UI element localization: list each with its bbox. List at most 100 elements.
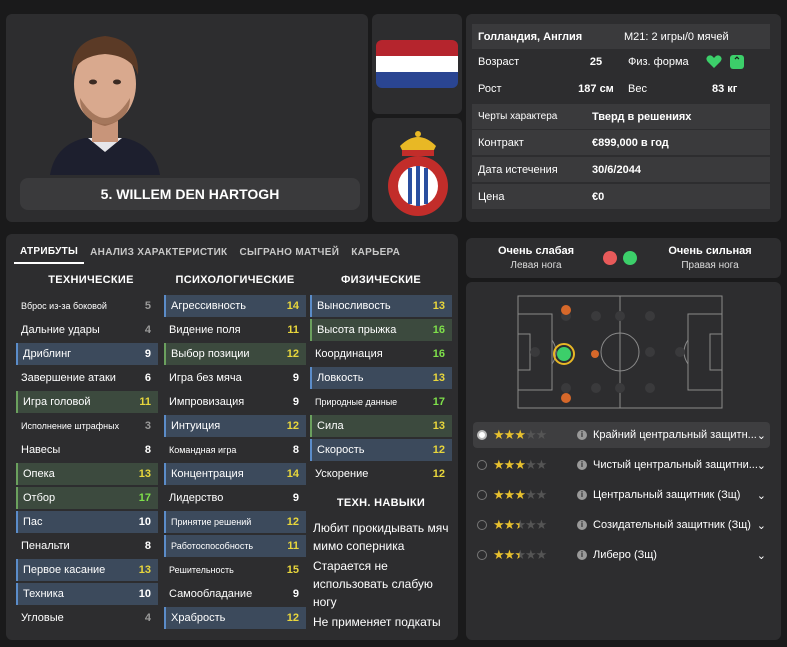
info-row-price: Цена €0 <box>472 184 770 209</box>
chevron-down-icon[interactable]: ⌄ <box>757 549 766 562</box>
role-radio[interactable] <box>477 460 487 470</box>
left-foot: Очень слабая Левая нога <box>478 245 594 271</box>
info-row-traits: Черты характера Тверд в решениях <box>472 104 770 129</box>
technical-header: ТЕХНИЧЕСКИЕ <box>48 274 134 286</box>
info-row-age: Возраст 25 Физ. форма ⌃ <box>472 49 770 75</box>
attribute-value: 12 <box>286 348 299 360</box>
role-radio[interactable] <box>477 550 487 560</box>
attribute-row-technical: Отбор 17 <box>16 487 158 509</box>
traits-value: Тверд в решениях <box>592 110 692 123</box>
info-icon[interactable]: i <box>577 430 587 440</box>
info-icon[interactable]: i <box>577 520 587 530</box>
attribute-value: 15 <box>286 564 299 576</box>
star-rating-icon: ★★★★★ <box>493 427 547 442</box>
attribute-value: 11 <box>139 396 151 408</box>
attribute-label: Пас <box>23 516 43 528</box>
info-icon[interactable]: i <box>577 490 587 500</box>
attribute-row-technical: Угловые 4 <box>16 607 158 629</box>
attribute-label: Лидерство <box>169 492 224 504</box>
tab-matches[interactable]: СЫГРАНО МАТЧЕЙ <box>233 240 345 264</box>
attribute-row-mental: Концентрация 14 <box>164 463 306 485</box>
tab-bar: АТРИБУТЫ АНАЛИЗ ХАРАКТЕРИСТИК СЫГРАНО МА… <box>14 240 406 264</box>
star-rating-icon: ★★★★★ <box>493 517 547 532</box>
tab-career[interactable]: КАРЬЕРА <box>345 240 406 264</box>
attribute-row-mental: Выбор позиции 12 <box>164 343 306 365</box>
attribute-label: Игра головой <box>23 396 91 408</box>
chevron-down-icon[interactable]: ⌄ <box>757 489 766 502</box>
contract-value: €899,000 в год <box>592 136 669 149</box>
star-rating-icon: ★★★★★ <box>493 487 547 502</box>
role-radio[interactable] <box>477 520 487 530</box>
attribute-value: 6 <box>144 372 151 384</box>
u21-stats: M21: 2 игры/0 мячей <box>624 30 729 43</box>
right-foot-rating: Очень сильная <box>668 245 752 257</box>
role-label: Чистый центральный защитни... <box>593 459 758 471</box>
right-foot: Очень сильная Правая нога <box>652 245 768 271</box>
right-foot-dot-icon <box>623 251 637 265</box>
attribute-value: 13 <box>432 372 445 384</box>
attribute-value: 8 <box>292 444 299 456</box>
attribute-label: Ускорение <box>315 468 369 480</box>
attribute-value: 4 <box>144 324 151 336</box>
chevron-down-icon[interactable]: ⌄ <box>757 429 766 442</box>
physical-header: ФИЗИЧЕСКИЕ <box>340 274 422 286</box>
attribute-label: Выносливость <box>317 300 391 312</box>
attribute-value: 13 <box>138 468 151 480</box>
attribute-row-physical: Координация 16 <box>310 343 452 365</box>
player-name: 5. WILLEM DEN HARTOGH <box>20 178 360 210</box>
tab-analysis[interactable]: АНАЛИЗ ХАРАКТЕРИСТИК <box>84 240 233 264</box>
attribute-label: Угловые <box>21 612 64 624</box>
attribute-value: 12 <box>286 516 299 528</box>
tab-attributes[interactable]: АТРИБУТЫ <box>14 240 85 264</box>
role-row[interactable]: ★★★★★ i Созидательный защитник (Зщ) ⌄ <box>473 512 770 538</box>
price-label: Цена <box>478 190 505 203</box>
expiry-label: Дата истечения <box>478 163 558 176</box>
attribute-value: 4 <box>144 612 151 624</box>
attribute-row-mental: Лидерство 9 <box>164 487 306 509</box>
attribute-value: 3 <box>144 420 151 432</box>
height-value: 187 см <box>578 83 614 95</box>
role-radio[interactable] <box>477 490 487 500</box>
mental-header: ПСИХОЛОГИЧЕСКИЕ <box>175 274 295 286</box>
traits-label: Черты характера <box>478 111 558 122</box>
attribute-value: 12 <box>432 444 445 456</box>
attribute-row-mental: Принятие решений 12 <box>164 511 306 533</box>
attribute-label: Координация <box>315 348 383 360</box>
attribute-value: 12 <box>286 612 299 624</box>
attribute-label: Ловкость <box>317 372 364 384</box>
attribute-label: Игра без мяча <box>169 372 242 384</box>
attribute-label: Концентрация <box>171 468 244 480</box>
attribute-label: Дальние удары <box>21 324 100 336</box>
attribute-row-technical: Опека 13 <box>16 463 158 485</box>
role-row[interactable]: ★★★★★ i Крайний центральный защитн... ⌄ <box>473 422 770 448</box>
role-row[interactable]: ★★★★★ i Либеро (Зщ) ⌄ <box>473 542 770 568</box>
attribute-row-physical: Выносливость 13 <box>310 295 452 317</box>
nationality: Голландия, Англия <box>478 30 583 43</box>
role-radio[interactable] <box>477 430 487 440</box>
attribute-row-technical: Исполнение штрафных 3 <box>16 415 158 437</box>
role-row[interactable]: ★★★★★ i Центральный защитник (Зщ) ⌄ <box>473 482 770 508</box>
attribute-row-mental: Видение поля 11 <box>164 319 306 341</box>
chevron-down-icon[interactable]: ⌄ <box>757 519 766 532</box>
attribute-value: 8 <box>144 540 151 552</box>
attribute-value: 9 <box>292 492 299 504</box>
info-icon[interactable]: i <box>577 460 587 470</box>
attribute-row-technical: Игра головой 11 <box>16 391 158 413</box>
attribute-row-technical: Пас 10 <box>16 511 158 533</box>
attribute-label: Исполнение штрафных <box>21 421 120 431</box>
attribute-label: Выбор позиции <box>171 348 250 360</box>
attribute-label: Навесы <box>21 444 61 456</box>
chevron-down-icon[interactable]: ⌄ <box>757 459 766 472</box>
role-row[interactable]: ★★★★★ i Чистый центральный защитни... ⌄ <box>473 452 770 478</box>
form-up-icon: ⌃ <box>730 55 744 69</box>
info-row-expiry: Дата истечения 30/6/2044 <box>472 157 770 182</box>
attribute-row-technical: Вброс из-за боковой 5 <box>16 295 158 317</box>
attribute-value: 8 <box>144 444 151 456</box>
attribute-value: 9 <box>292 372 299 384</box>
attribute-label: Решительность <box>169 565 234 575</box>
age-label: Возраст <box>478 56 520 68</box>
attribute-row-physical: Сила 13 <box>310 415 452 437</box>
attribute-row-physical: Ловкость 13 <box>310 367 452 389</box>
attribute-row-technical: Первое касание 13 <box>16 559 158 581</box>
info-icon[interactable]: i <box>577 550 587 560</box>
